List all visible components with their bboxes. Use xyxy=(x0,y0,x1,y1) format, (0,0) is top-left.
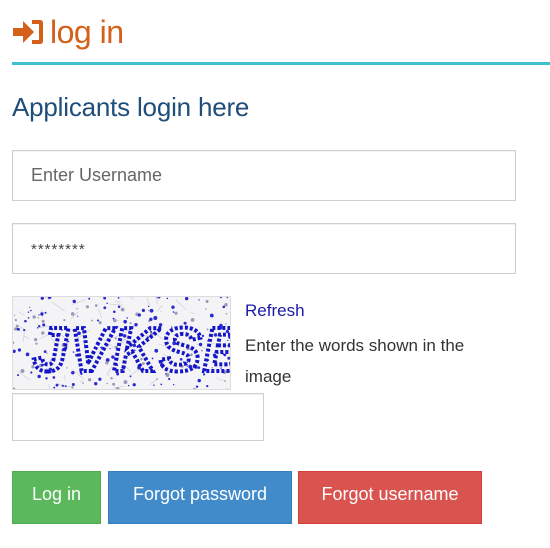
header-divider xyxy=(12,62,550,65)
password-field[interactable] xyxy=(12,223,516,274)
captcha-text: JVKSB xyxy=(33,316,231,385)
refresh-captcha-link[interactable]: Refresh xyxy=(245,301,305,321)
captcha-input[interactable] xyxy=(12,393,264,441)
section-heading: Applicants login here xyxy=(12,92,250,122)
username-field[interactable] xyxy=(12,150,516,201)
captcha-image: JVKSB xyxy=(12,296,231,390)
page-title: log in xyxy=(50,14,124,50)
page-header: log in xyxy=(12,10,124,54)
sign-in-icon xyxy=(12,17,44,47)
forgot-password-button[interactable]: Forgot password xyxy=(108,471,292,524)
captcha-instruction: Enter the words shown in the image xyxy=(245,336,465,386)
forgot-username-button[interactable]: Forgot username xyxy=(298,471,482,524)
login-button[interactable]: Log in xyxy=(12,471,101,524)
